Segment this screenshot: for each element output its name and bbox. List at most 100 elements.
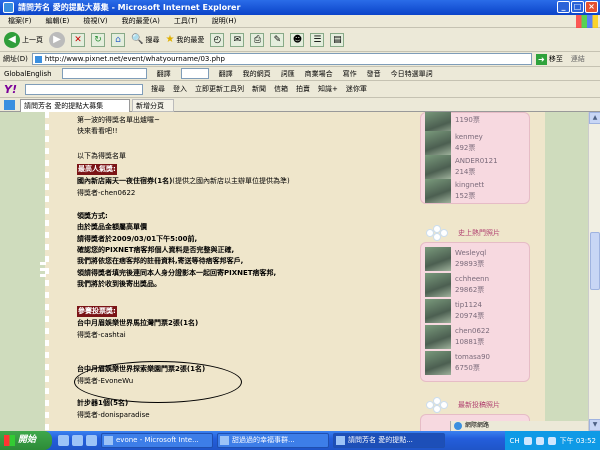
star-icon: ★	[165, 34, 175, 45]
links-label[interactable]: 連結	[571, 54, 585, 64]
globalenglish-label[interactable]: GlobalEnglish	[4, 70, 52, 78]
yahoo-news-button[interactable]: 新聞	[252, 84, 266, 94]
language-indicator[interactable]: CH	[509, 437, 519, 445]
menu-tools[interactable]: 工具(T)	[174, 15, 198, 27]
go-label: 移至	[548, 55, 563, 63]
photo-thumbnail[interactable]	[425, 299, 451, 323]
translate-button[interactable]: 翻譯	[157, 69, 171, 79]
favorites-button[interactable]: ★ 我的最愛	[165, 34, 204, 45]
yahoo-mini-button[interactable]: 迷你軍	[346, 84, 367, 94]
taskbar-item-active[interactable]: 請問芳名 愛的提點...	[333, 433, 445, 448]
history-icon[interactable]: ◴	[210, 32, 225, 47]
menu-bar: 檔案(F) 編輯(E) 檢視(V) 我的最愛(A) 工具(T) 說明(H)	[0, 15, 600, 28]
go-arrow-icon: ➜	[535, 53, 547, 65]
yahoo-y-icon[interactable]: Y!	[4, 83, 17, 96]
menu-view[interactable]: 檢視(V)	[83, 15, 107, 27]
go-button[interactable]: ➜ 移至	[535, 53, 563, 65]
windows-flag-icon	[4, 435, 15, 446]
list-heading: 以下為得獎名單	[77, 152, 126, 160]
menu-file[interactable]: 檔案(F)	[8, 15, 32, 27]
page-viewport: 第一波的得獎名單出爐囉~ 快來看看吧!! 以下為得獎名單 最高人氣獎: 國內新店…	[0, 112, 588, 431]
yahoo-knowledge-button[interactable]: 知識+	[318, 84, 338, 94]
yahoo-update-button[interactable]: 立即更新工具列	[195, 84, 244, 94]
stop-icon[interactable]: ✕	[71, 32, 85, 47]
start-label: 開始	[18, 435, 37, 445]
globalenglish-input[interactable]	[61, 68, 147, 79]
home-icon[interactable]: ⌂	[111, 32, 125, 47]
photo-thumbnail[interactable]	[425, 155, 451, 179]
address-label: 網址(D)	[3, 55, 28, 63]
photo-thumbnail[interactable]	[425, 351, 451, 375]
tab-new[interactable]: 新增分頁	[132, 99, 174, 112]
search-button[interactable]: 🔍 搜尋	[131, 34, 159, 45]
scroll-down-icon[interactable]: ▼	[589, 419, 600, 431]
photo-thumbnail[interactable]	[425, 131, 451, 155]
scroll-thumb[interactable]	[590, 232, 600, 290]
list-item[interactable]: tomasa90 6750票	[425, 351, 529, 375]
folder-icon[interactable]: ▤	[330, 32, 345, 47]
scroll-up-icon[interactable]: ▲	[589, 112, 600, 124]
language-select[interactable]	[180, 68, 209, 79]
forward-button[interactable]: ▶	[49, 31, 65, 48]
word-of-day-button[interactable]: 今日特選單詞	[391, 69, 433, 79]
address-input[interactable]: http://www.pixnet.net/event/whatyourname…	[31, 53, 532, 65]
taskbar-item-blog[interactable]: 甜過過的幸福事群...	[217, 433, 329, 448]
help-icon[interactable]	[523, 436, 532, 445]
favorites-center-icon[interactable]	[4, 100, 15, 110]
pinyin-button[interactable]: 翻譯	[219, 69, 233, 79]
list-item[interactable]: kingnett 152票	[425, 179, 529, 203]
maximize-button[interactable]: □	[571, 1, 584, 13]
back-button[interactable]: ◀ 上一頁	[4, 31, 43, 48]
writing-button[interactable]: 寫作	[343, 69, 357, 79]
business-button[interactable]: 商業場合	[305, 69, 333, 79]
standard-toolbar: ◀ 上一頁 ▶ ✕ ↻ ⌂ 🔍 搜尋 ★ 我的最愛 ◴ ✉ ⎙ ✎ ☻ ☰ ▤	[0, 28, 600, 52]
list-item[interactable]: kenmey 492票	[425, 131, 529, 155]
favorites-label: 我的最愛	[176, 35, 205, 44]
quicklaunch-desktop-icon[interactable]	[72, 435, 83, 446]
photo-thumbnail[interactable]	[425, 325, 451, 349]
close-button[interactable]: ×	[585, 1, 598, 13]
popular-note: (提供之國內新店以主辦單位提供為準)	[172, 177, 290, 185]
photo-thumbnail[interactable]	[425, 247, 451, 271]
clock: 下午 03:52	[559, 436, 596, 445]
yahoo-auction-button[interactable]: 拍賣	[296, 84, 310, 94]
messenger-icon[interactable]: ☻	[290, 32, 305, 47]
menu-help[interactable]: 說明(H)	[212, 15, 237, 27]
print-icon[interactable]: ⎙	[250, 32, 265, 47]
mail-icon[interactable]: ✉	[230, 32, 245, 47]
dictionary-button[interactable]: 詞匯	[281, 69, 295, 79]
yahoo-login-button[interactable]: 登入	[173, 84, 187, 94]
latest-photos-heading: 最新投稿照片	[424, 396, 544, 414]
edit-icon[interactable]: ✎	[270, 32, 285, 47]
list-item[interactable]: tip1124 20974票	[425, 299, 529, 323]
discuss-icon[interactable]: ☰	[310, 32, 325, 47]
vertical-scrollbar[interactable]: ▲ ▼	[588, 112, 600, 431]
back-arrow-icon: ◀	[4, 31, 20, 48]
volume-icon[interactable]	[547, 436, 556, 445]
yahoo-search-button[interactable]: 搜尋	[151, 84, 165, 94]
network-icon[interactable]	[535, 436, 544, 445]
yahoo-search-input[interactable]	[24, 83, 143, 95]
photo-thumbnail[interactable]	[425, 179, 451, 203]
start-button[interactable]: 開始	[0, 431, 52, 450]
tab-active[interactable]: 請問芳名 愛的提點大募集	[20, 99, 130, 112]
pronounce-button[interactable]: 發音	[367, 69, 381, 79]
photo-thumbnail[interactable]	[425, 273, 451, 297]
minimize-button[interactable]: _	[557, 1, 570, 13]
refresh-icon[interactable]: ↻	[91, 32, 105, 47]
popular-prize: 國內新店兩天一夜住宿券(1名)	[77, 177, 173, 185]
my-page-button[interactable]: 我的網頁	[243, 69, 271, 79]
quicklaunch-ie-icon[interactable]	[58, 435, 69, 446]
yahoo-mail-button[interactable]: 信箱	[274, 84, 288, 94]
list-item[interactable]: cchheenn 29862票	[425, 273, 529, 297]
list-item[interactable]: chen0622 10881票	[425, 325, 529, 349]
address-bar: 網址(D) http://www.pixnet.net/event/whatyo…	[0, 52, 600, 67]
menu-edit[interactable]: 編輯(E)	[46, 15, 70, 27]
list-item[interactable]: Wesleyql 29893票	[425, 247, 529, 271]
taskbar-item-evone[interactable]: evone - Microsoft Inte...	[101, 433, 213, 448]
search-label: 搜尋	[145, 35, 160, 44]
quick-launch	[58, 435, 97, 446]
menu-favorites[interactable]: 我的最愛(A)	[122, 15, 160, 27]
quicklaunch-media-icon[interactable]	[86, 435, 97, 446]
list-item[interactable]: ANDER0121 214票	[425, 155, 529, 179]
